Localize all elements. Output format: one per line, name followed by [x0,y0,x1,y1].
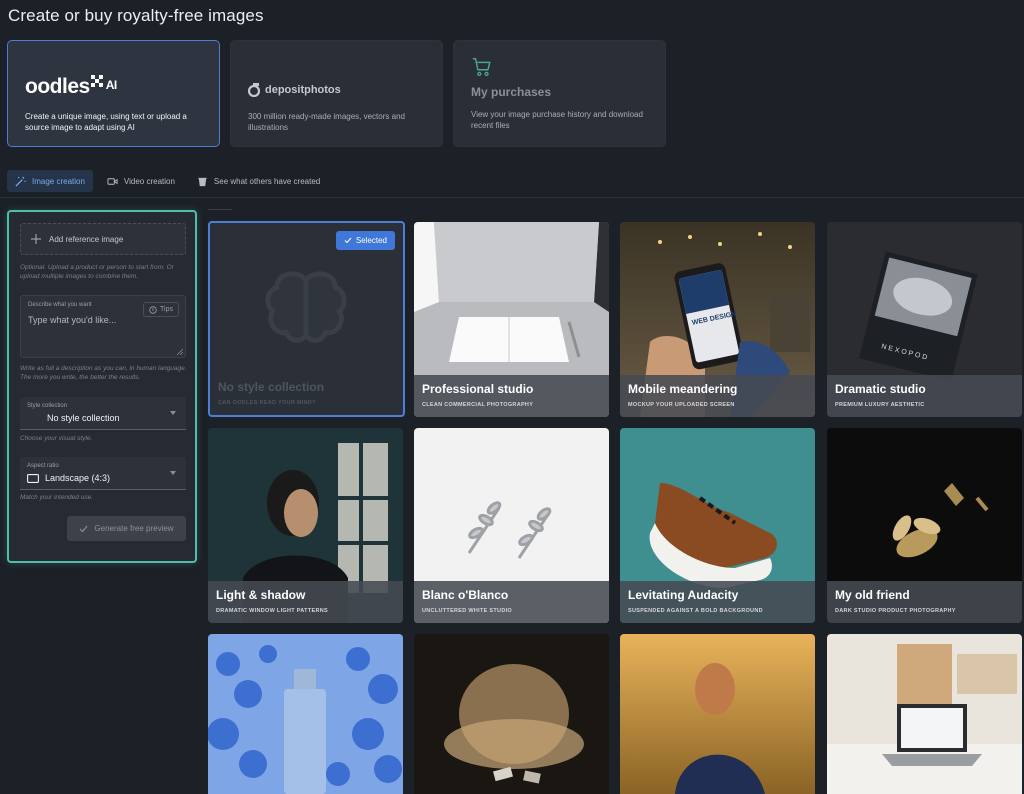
cart-icon [472,58,491,76]
tile-title: Blanc o'Blanco [422,588,509,602]
reference-hint: Optional. Upload a product or person to … [20,264,174,280]
resize-handle-icon[interactable] [177,349,183,355]
powder-explosion-image [414,634,609,794]
style-collection-select[interactable]: Style collection No style collection [20,397,186,430]
chevron-down-icon [170,471,176,475]
generate-preview-button[interactable]: Generate free preview [67,516,186,541]
tile-title: Mobile meandering [628,382,738,396]
tile-caption: Blanc o'Blanco UNCLUTTERED WHITE STUDIO [414,581,609,623]
check-icon [344,237,352,244]
blue-flowers-perfume-image [208,634,403,794]
tile-caption: Professional studio CLEAN COMMERCIAL PHO… [414,375,609,417]
style-hint: Choose your visual style. [20,435,93,442]
style-tile-no-style[interactable]: Selected No style collection CAN OODLES … [208,221,405,417]
tile-subtitle: CLEAN COMMERCIAL PHOTOGRAPHY [422,402,534,408]
add-reference-image-button[interactable]: Add reference image [20,223,186,255]
tile-subtitle: DRAMATIC WINDOW LIGHT PATTERNS [216,608,328,614]
style-tile-powder-burst[interactable] [414,634,609,794]
tile-caption: Light & shadow DRAMATIC WINDOW LIGHT PAT… [208,581,403,623]
tile-title: Dramatic studio [835,382,926,396]
tile-title: No style collection [218,380,325,394]
tile-subtitle: MOCKUP YOUR UPLOADED SCREEN [628,402,735,408]
style-tile-blue-perfume[interactable] [208,634,403,794]
style-tile-golden-field[interactable] [620,634,815,794]
aspect-hint: Match your intended use. [20,494,93,501]
style-tile-levitating-audacity[interactable]: Levitating Audacity SUSPENDED AGAINST A … [620,428,815,623]
style-tile-my-old-friend[interactable]: My old friend DARK STUDIO PRODUCT PHOTOG… [827,428,1022,623]
my-purchases-card[interactable]: My purchases View your image purchase hi… [453,40,666,147]
oodles-logo: oodles AI [25,75,117,98]
describe-field: Describe what you want Tips [20,295,186,358]
style-tile-mobile-meandering[interactable]: WEB DESIGN Mobile meandering MOCKUP YOUR… [620,222,815,417]
describe-input[interactable] [28,313,138,327]
tile-subtitle: PREMIUM LUXURY AESTHETIC [835,402,925,408]
depositphotos-card-description: 300 million ready-made images, vectors a… [248,112,405,132]
office-laptop-image [827,634,1022,794]
oodles-logo-icon [90,75,103,87]
chevron-down-icon [170,411,176,415]
tile-caption: Mobile meandering MOCKUP YOUR UPLOADED S… [620,375,815,417]
golden-field-portrait-image [620,634,815,794]
tabs-divider [0,197,1024,198]
oodles-ai-card[interactable]: oodles AI Create a unique image, using te… [7,40,220,147]
landscape-icon [27,473,39,483]
depositphotos-card[interactable]: depositphotos 300 million ready-made ima… [230,40,443,147]
aspect-ratio-select[interactable]: Aspect ratio Landscape (4:3) [20,457,186,490]
tile-subtitle: UNCLUTTERED WHITE STUDIO [422,608,513,614]
style-collection-value: No style collection [47,413,120,423]
tile-title: Professional studio [422,382,534,396]
style-tile-professional-studio[interactable]: Professional studio CLEAN COMMERCIAL PHO… [414,222,609,417]
depositphotos-logo: depositphotos [248,83,341,97]
aspect-ratio-value: Landscape (4:3) [27,473,110,483]
style-tile-office-desk[interactable] [827,634,1022,794]
tile-caption: Levitating Audacity SUSPENDED AGAINST A … [620,581,815,623]
tile-subtitle: CAN OODLES READ YOUR MIND? [218,400,316,406]
video-icon [107,177,118,185]
magic-wand-icon [15,176,26,187]
tile-caption: No style collection CAN OODLES READ YOUR… [210,373,403,415]
tile-subtitle: DARK STUDIO PRODUCT PHOTOGRAPHY [835,608,956,614]
tile-caption: Dramatic studio PREMIUM LUXURY AESTHETIC [827,375,1022,417]
grid-divider [208,209,232,210]
describe-hint: Write as full a description as you can, … [20,365,187,381]
style-collection-label: Style collection [27,403,68,409]
tile-subtitle: SUSPENDED AGAINST A BOLD BACKGROUND [628,608,763,614]
style-tile-light-shadow[interactable]: Light & shadow DRAMATIC WINDOW LIGHT PAT… [208,428,403,623]
tab-video-creation[interactable]: Video creation [99,170,183,192]
my-purchases-title: My purchases [471,85,552,99]
tile-title: Levitating Audacity [628,588,739,602]
creation-tabs: Image creation Video creation See what o… [7,170,328,192]
tab-see-others[interactable]: See what others have created [189,170,328,192]
style-tile-blanc-oblanco[interactable]: Blanc o'Blanco UNCLUTTERED WHITE STUDIO [414,428,609,623]
tile-title: My old friend [835,588,910,602]
tile-title: Light & shadow [216,588,306,602]
my-purchases-description: View your image purchase history and dow… [471,110,643,130]
oodles-card-description: Create a unique image, using text or upl… [25,112,187,132]
check-icon [80,525,88,532]
tile-caption: My old friend DARK STUDIO PRODUCT PHOTOG… [827,581,1022,623]
aspect-ratio-label: Aspect ratio [27,463,59,469]
style-tile-dramatic-studio[interactable]: NEXOPOD Dramatic studio PREMIUM LUXURY A… [827,222,1022,417]
image-creation-panel: Add reference image Optional. Upload a p… [7,210,197,563]
lightbulb-icon [149,305,157,314]
page-title: Create or buy royalty-free images [8,6,264,25]
tips-button[interactable]: Tips [143,302,179,317]
selected-badge: Selected [335,231,395,250]
plus-icon [31,234,41,244]
depositphotos-logo-icon [248,83,260,97]
tab-image-creation[interactable]: Image creation [7,170,93,192]
describe-label: Describe what you want [28,302,92,308]
bucket-icon [198,177,207,186]
